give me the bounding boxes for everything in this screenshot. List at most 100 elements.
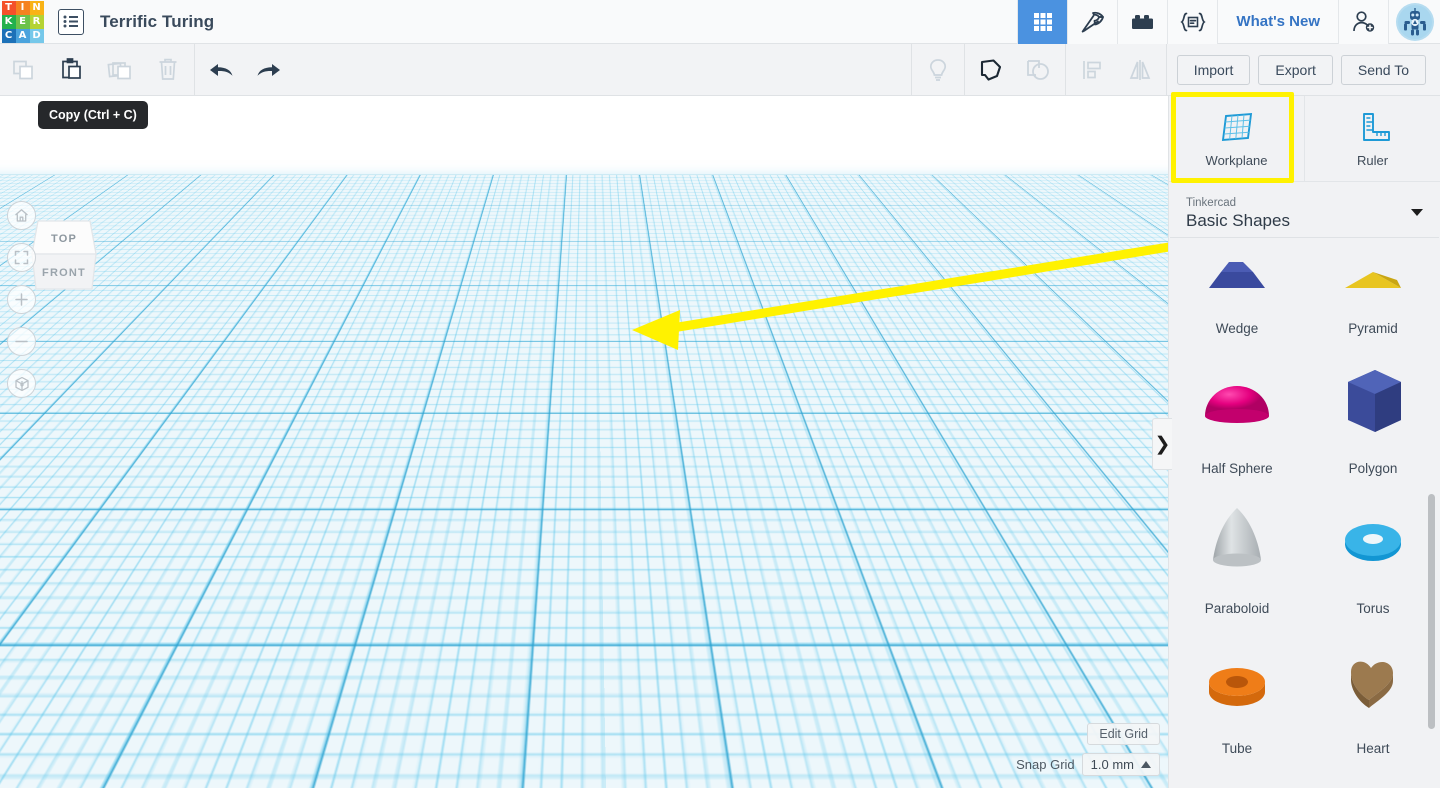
logo-tile-k: K [1, 15, 16, 29]
logo-tile-d: D [29, 29, 44, 43]
whats-new-link[interactable]: What's New [1217, 0, 1338, 44]
robot-avatar [1395, 2, 1434, 41]
workplane-canvas[interactable]: TOP FRONT Edit Grid Snap Grid 1.0 mm [0, 96, 1168, 788]
shape-item-wedge[interactable]: Wedge [1169, 248, 1305, 342]
toolbar-divider-2 [910, 43, 912, 96]
shape-label: Pyramid [1348, 321, 1398, 336]
copy-button[interactable] [0, 44, 48, 96]
shape-gallery-scroller: Wedge Pyramid Half Sphere Polygon Parabo… [1169, 248, 1440, 788]
ruler-icon [1362, 112, 1390, 141]
snap-grid-label: Snap Grid [1016, 757, 1075, 772]
import-button[interactable]: Import [1176, 54, 1251, 85]
add-person-icon[interactable] [1338, 0, 1388, 44]
svg-text:TOP: TOP [51, 233, 77, 245]
redo-button[interactable] [245, 44, 293, 96]
shape-label: Polygon [1348, 461, 1398, 476]
shape-label: Tube [1221, 741, 1253, 756]
edit-grid-button[interactable]: Edit Grid [1087, 723, 1160, 745]
export-button[interactable]: Export [1258, 54, 1333, 85]
torus-shape-icon [1305, 482, 1440, 599]
shape-item-tube[interactable]: Tube [1169, 622, 1305, 762]
paste-button[interactable] [48, 44, 96, 96]
pyramid-shape-icon [1305, 248, 1440, 319]
tinkercad-app: TINKERCAD Terrific Turing What's New Imp… [0, 0, 1440, 788]
shapes-panel: Workplane Ruler Tinkercad Basic Shapes W… [1168, 96, 1440, 788]
shape-item-polygon[interactable]: Polygon [1305, 342, 1440, 482]
toolbar-right-group: Import Export Send To [909, 43, 1440, 96]
chevron-up-icon [1141, 761, 1151, 768]
send-to-button[interactable]: Send To [1340, 54, 1426, 85]
shape-item-half-sphere[interactable]: Half Sphere [1169, 342, 1305, 482]
fit-to-view-button[interactable] [7, 243, 36, 272]
avatar[interactable] [1388, 0, 1440, 44]
logo-tile-i: I [15, 1, 30, 15]
polygon-shape-icon[interactable] [967, 44, 1015, 96]
codeblocks-icon[interactable] [1167, 0, 1218, 44]
shape-label: Half Sphere [1201, 461, 1273, 476]
toolbar-divider-5 [1165, 43, 1167, 96]
list-menu-icon[interactable] [58, 8, 84, 35]
edit-toolbar: Import Export Send To [0, 43, 1440, 96]
shape-item-heart[interactable]: Heart [1305, 622, 1440, 762]
logo-tile-t: T [1, 1, 16, 15]
shape-item-star-yellow[interactable] [1305, 762, 1440, 788]
group-shapes-icon[interactable] [1015, 44, 1063, 96]
page-title: Terrific Turing [100, 11, 215, 31]
shape-item-torus[interactable]: Torus [1305, 482, 1440, 622]
snap-grid-select[interactable]: 1.0 mm [1081, 753, 1160, 776]
collapse-panel-button[interactable]: ❯ [1152, 418, 1172, 470]
shape-label: Wedge [1215, 321, 1259, 336]
panel-tools: Workplane Ruler [1169, 96, 1440, 181]
logo-tile-a: A [15, 29, 30, 43]
mirror-icon[interactable] [1116, 44, 1164, 96]
red-box-geometry [374, 310, 665, 500]
snap-grid-control: Snap Grid 1.0 mm [1016, 753, 1160, 776]
shape-label: Heart [1356, 741, 1390, 756]
minecraft-pickaxe-icon[interactable] [1067, 0, 1118, 44]
star-yellow-shape-icon [1305, 762, 1440, 788]
shape-item-pyramid[interactable]: Pyramid [1305, 248, 1440, 342]
shape-item-paraboloid[interactable]: Paraboloid [1169, 482, 1305, 622]
undo-button[interactable] [197, 44, 245, 96]
shape-gallery-scrollbar[interactable] [1428, 494, 1435, 729]
shape-library-eyebrow: Tinkercad [1186, 196, 1237, 209]
align-icon[interactable] [1068, 44, 1116, 96]
shape-gallery[interactable]: Wedge Pyramid Half Sphere Polygon Parabo… [1169, 248, 1440, 788]
paraboloid-shape-icon [1169, 482, 1305, 599]
clipboard-group [0, 44, 192, 96]
tinkercad-logo[interactable]: TINKERCAD [0, 0, 44, 44]
lightbulb-icon[interactable] [914, 44, 962, 96]
wedge-shape-icon [1169, 248, 1305, 319]
polygon-shape-icon [1305, 342, 1440, 459]
toolbar-divider-4 [1064, 43, 1066, 96]
workplane-tool-label: Workplane [1205, 152, 1268, 168]
zoom-in-button[interactable] [7, 285, 36, 314]
zoom-out-button[interactable] [7, 327, 36, 356]
snap-grid-value: 1.0 mm [1090, 757, 1134, 772]
shapes-grid-icon[interactable] [1017, 0, 1068, 44]
logo-tile-r: R [29, 15, 44, 29]
ruler-tool[interactable]: Ruler [1305, 96, 1440, 181]
workplane-tool[interactable]: Workplane [1169, 96, 1305, 181]
chevron-down-icon [1411, 209, 1423, 216]
app-header: TINKERCAD Terrific Turing What's New [0, 0, 1440, 44]
view-cube[interactable]: TOP FRONT [24, 212, 104, 296]
shape-library-value: Basic Shapes [1186, 210, 1290, 230]
shape-label: Torus [1356, 601, 1390, 616]
red-box-assembly[interactable] [368, 301, 680, 506]
ruler-tool-label: Ruler [1356, 152, 1389, 168]
delete-button[interactable] [144, 44, 192, 96]
projection-toggle-button[interactable] [7, 369, 36, 398]
history-group [197, 44, 293, 96]
svg-text:FRONT: FRONT [42, 267, 86, 279]
toolbar-divider-3 [963, 43, 965, 96]
heart-shape-icon [1305, 622, 1440, 739]
home-view-button[interactable] [7, 201, 36, 230]
shape-item-star-cyan[interactable] [1169, 762, 1305, 788]
logo-tile-c: C [1, 29, 16, 43]
header-tools: What's New [1017, 0, 1440, 44]
shape-library-select[interactable]: Tinkercad Basic Shapes [1170, 182, 1439, 238]
lego-brick-icon[interactable] [1117, 0, 1168, 44]
half-sphere-shape-icon [1169, 342, 1305, 459]
duplicate-button[interactable] [96, 44, 144, 96]
